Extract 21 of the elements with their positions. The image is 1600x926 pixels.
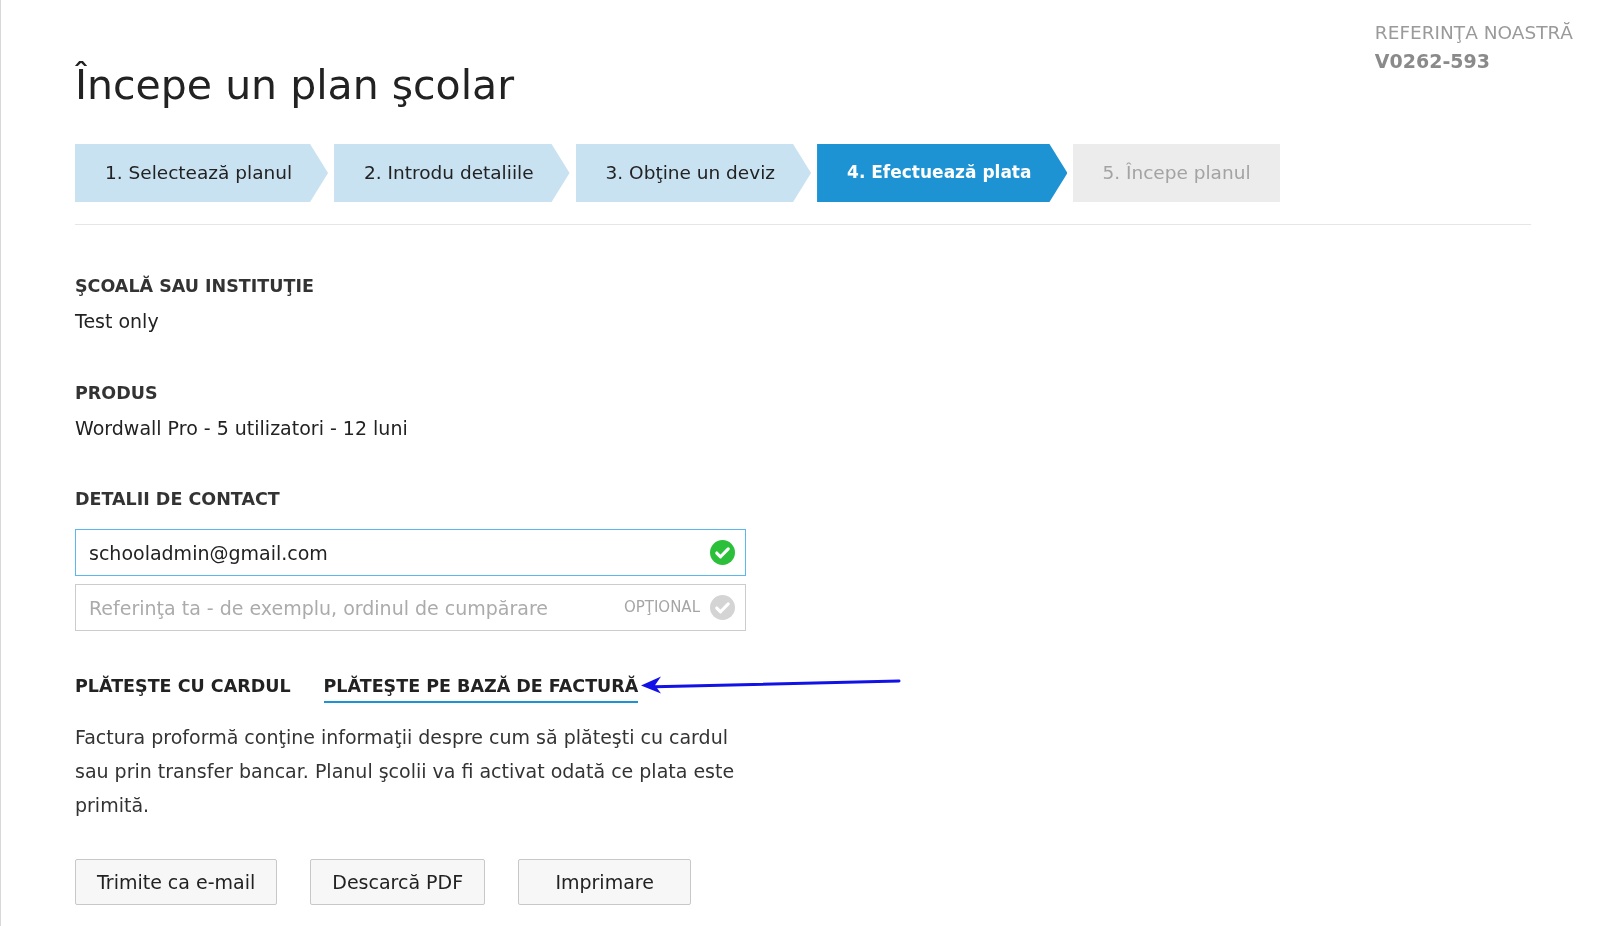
- wizard-step: 5. Începe planul: [1073, 144, 1280, 202]
- section-label: PRODUS: [75, 382, 158, 405]
- section-value: Test only: [75, 309, 159, 334]
- invoice-description: Factura proformă conţine informaţii despre cum să plăteşti cu cardul sau prin transfer bancar. Planul şcolii va fi activat odată ce plata este primită.: [75, 725, 736, 818]
- section-value: Wordwall Pro - 5 utilizatori - 12 luni: [75, 416, 408, 441]
- section-label: ŞCOALĂ SAU INSTITUŢIE: [75, 274, 314, 298]
- action-button[interactable]: Imprimare: [518, 859, 692, 905]
- payment-tab[interactable]: PLĂTEŞTE PE BAZĂ DE FACTURĂ: [323, 673, 639, 703]
- wizard-step: 4. Efectuează plata: [817, 144, 1068, 202]
- action-button[interactable]: Trimite ca e-mail: [75, 859, 278, 905]
- reference-label: REFERINŢA NOASTRĂ: [1374, 21, 1573, 45]
- email-field[interactable]: schooladmin@gmail.com: [75, 529, 746, 576]
- wizard-step: 2. Introdu detaliile: [334, 144, 570, 202]
- reference-number: V0262-593: [1374, 49, 1490, 74]
- payment-tab[interactable]: PLĂTEŞTE CU CARDUL: [75, 673, 291, 703]
- page-title: Începe un plan şcolar: [75, 60, 515, 110]
- section-label: DETALII DE CONTACT: [75, 488, 280, 511]
- wizard-step: 1. Selectează planul: [75, 144, 329, 202]
- optional-label: OPŢIONAL: [623, 597, 700, 619]
- wizard-step: 3. Obţine un deviz: [575, 144, 812, 202]
- action-button[interactable]: Descarcă PDF: [310, 859, 486, 905]
